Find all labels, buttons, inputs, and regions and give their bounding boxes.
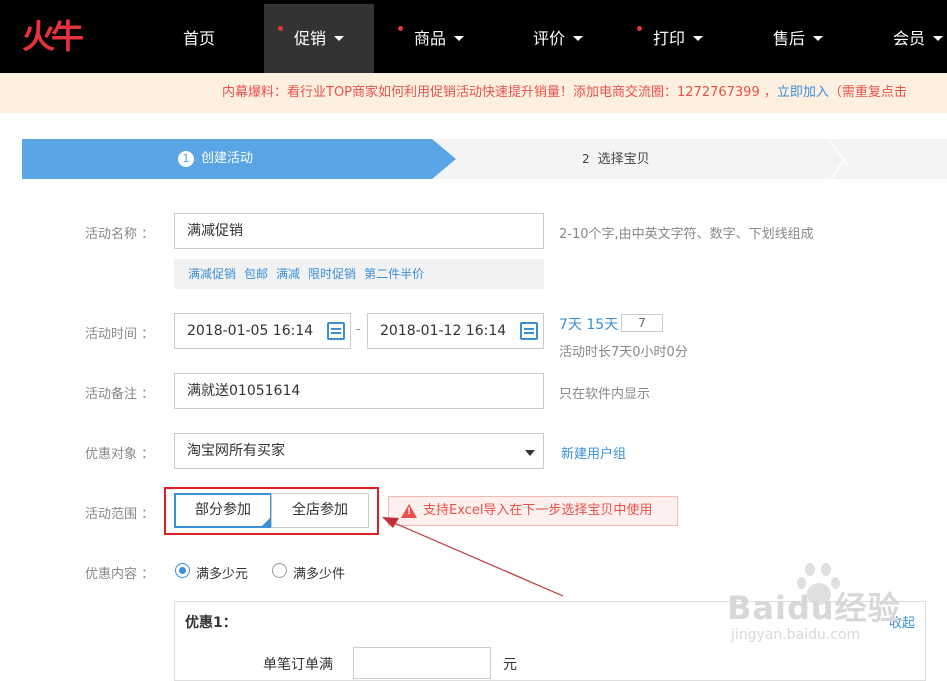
activity-note-label: 活动备注 ：	[85, 387, 155, 402]
name-tag[interactable]: 满减促销	[188, 267, 236, 281]
discount-target-value: 淘宝网所有买家	[187, 443, 285, 459]
new-dot-icon	[278, 26, 283, 31]
step-arrow-icon	[432, 139, 456, 179]
nav-products[interactable]: 商品	[398, 4, 465, 73]
nav-aftersale[interactable]: 售后	[773, 4, 824, 73]
discount-content-label: 优惠内容 ：	[85, 567, 155, 582]
order-threshold-input[interactable]	[353, 647, 491, 679]
activity-scope-label: 活动范围 ：	[85, 507, 155, 522]
step-number: 2	[582, 152, 590, 166]
radio-amount[interactable]	[175, 563, 190, 578]
quick-15-days[interactable]: 15天	[586, 317, 618, 333]
chevron-down-icon	[813, 36, 824, 41]
chevron-down-icon	[573, 36, 584, 41]
name-tag[interactable]: 第二件半价	[364, 267, 424, 281]
name-tag[interactable]: 包邮	[244, 267, 268, 281]
notice-bar: 内幕爆料：看行业TOP商家如何利用促销活动快速提升销量！添加电商交流圈：1272…	[0, 73, 947, 113]
custom-days-input[interactable]: 7	[621, 314, 663, 332]
chevron-down-icon	[693, 36, 704, 41]
discount-target-select[interactable]: 淘宝网所有买家	[174, 433, 544, 469]
step-create-activity: 1 创建活动	[22, 139, 456, 179]
radio-quantity[interactable]	[272, 563, 287, 578]
end-time-input[interactable]: 2018-01-12 16:14	[367, 313, 544, 349]
chevron-down-icon	[933, 36, 944, 41]
nav-member-label: 会员	[893, 29, 926, 48]
radio-quantity-label: 满多少件	[293, 567, 346, 582]
notice-tail: （需重复点击	[828, 85, 907, 100]
time-separator: -	[356, 322, 361, 337]
activity-note-hint: 只在软件内显示	[559, 387, 651, 402]
discount-target-label: 优惠对象 ：	[85, 447, 155, 462]
activity-name-hint: 2-10个字,由中英文字符、数字、下划线组成	[559, 227, 814, 242]
watermark-sub: jingyan.baidu.com	[731, 627, 861, 643]
start-time-value: 2018-01-05 16:14	[187, 323, 314, 339]
activity-name-label: 活动名称 ：	[85, 227, 155, 242]
nav-home-label: 首页	[183, 29, 216, 48]
chevron-down-icon	[454, 36, 465, 41]
new-user-group-link[interactable]: 新建用户组	[561, 443, 626, 462]
step-label: 创建活动	[201, 151, 254, 166]
nav-home[interactable]: 首页	[183, 4, 215, 73]
nav-promotion-label: 促销	[294, 29, 327, 48]
chevron-down-icon	[334, 36, 345, 41]
step-progress: 1 创建活动 2 选择宝贝	[22, 139, 947, 179]
warning-text: 支持Excel导入在下一步选择宝贝中使用	[423, 503, 653, 518]
nav-aftersale-label: 售后	[773, 29, 806, 48]
annotation-highlight-box	[164, 487, 379, 535]
activity-note-input[interactable]: 满就送01051614	[174, 373, 544, 409]
nav-promotion[interactable]: 促销	[264, 4, 374, 73]
nav-print-label: 打印	[653, 29, 686, 48]
duration-text: 活动时长7天0小时0分	[559, 345, 688, 360]
activity-time-label: 活动时间 ：	[85, 327, 155, 342]
suggested-names: 满减促销 包邮 满减 限时促销 第二件半价	[174, 259, 544, 289]
start-time-input[interactable]: 2018-01-05 16:14	[174, 313, 351, 349]
new-dot-icon	[637, 26, 642, 31]
name-tag[interactable]: 限时促销	[308, 267, 356, 281]
nav-products-label: 商品	[414, 29, 447, 48]
excel-import-warning: 支持Excel导入在下一步选择宝贝中使用	[388, 496, 678, 526]
notice-text: 内幕爆料：看行业TOP商家如何利用促销活动快速提升销量！添加电商交流圈：1272…	[222, 85, 777, 100]
join-link[interactable]: 立即加入	[777, 85, 829, 100]
order-threshold-label: 单笔订单满	[263, 657, 333, 673]
nav-print[interactable]: 打印	[637, 4, 704, 73]
tier-title: 优惠1：	[185, 615, 237, 631]
app-logo[interactable]: 火牛	[22, 18, 84, 56]
activity-name-input[interactable]: 满减促销	[174, 213, 544, 249]
baidu-watermark: Baidu经验 jingyan.baidu.com	[727, 555, 927, 650]
top-navbar: 火牛 首页 促销 商品 评价 打印 售后 会员	[0, 0, 947, 73]
end-time-value: 2018-01-12 16:14	[380, 323, 507, 339]
warning-icon	[401, 504, 417, 518]
step-label: 选择宝贝	[597, 152, 650, 167]
nav-reviews[interactable]: 评价	[533, 4, 584, 73]
calendar-icon[interactable]	[520, 322, 538, 340]
new-dot-icon	[398, 26, 403, 31]
nav-reviews-label: 评价	[533, 29, 566, 48]
radio-amount-label: 满多少元	[196, 567, 249, 582]
name-tag[interactable]: 满减	[276, 267, 300, 281]
calendar-icon[interactable]	[327, 322, 345, 340]
quick-duration: 7天 15天	[559, 314, 618, 334]
step-select-items: 2 选择宝贝	[582, 139, 650, 180]
annotation-arrow-line	[391, 521, 564, 597]
step-number: 1	[178, 151, 194, 167]
quick-7-days[interactable]: 7天	[559, 317, 582, 333]
dropdown-arrow-icon	[525, 450, 535, 456]
currency-unit: 元	[503, 657, 517, 673]
nav-member[interactable]: 会员	[893, 4, 944, 73]
watermark-main: Baidu经验	[727, 589, 901, 627]
